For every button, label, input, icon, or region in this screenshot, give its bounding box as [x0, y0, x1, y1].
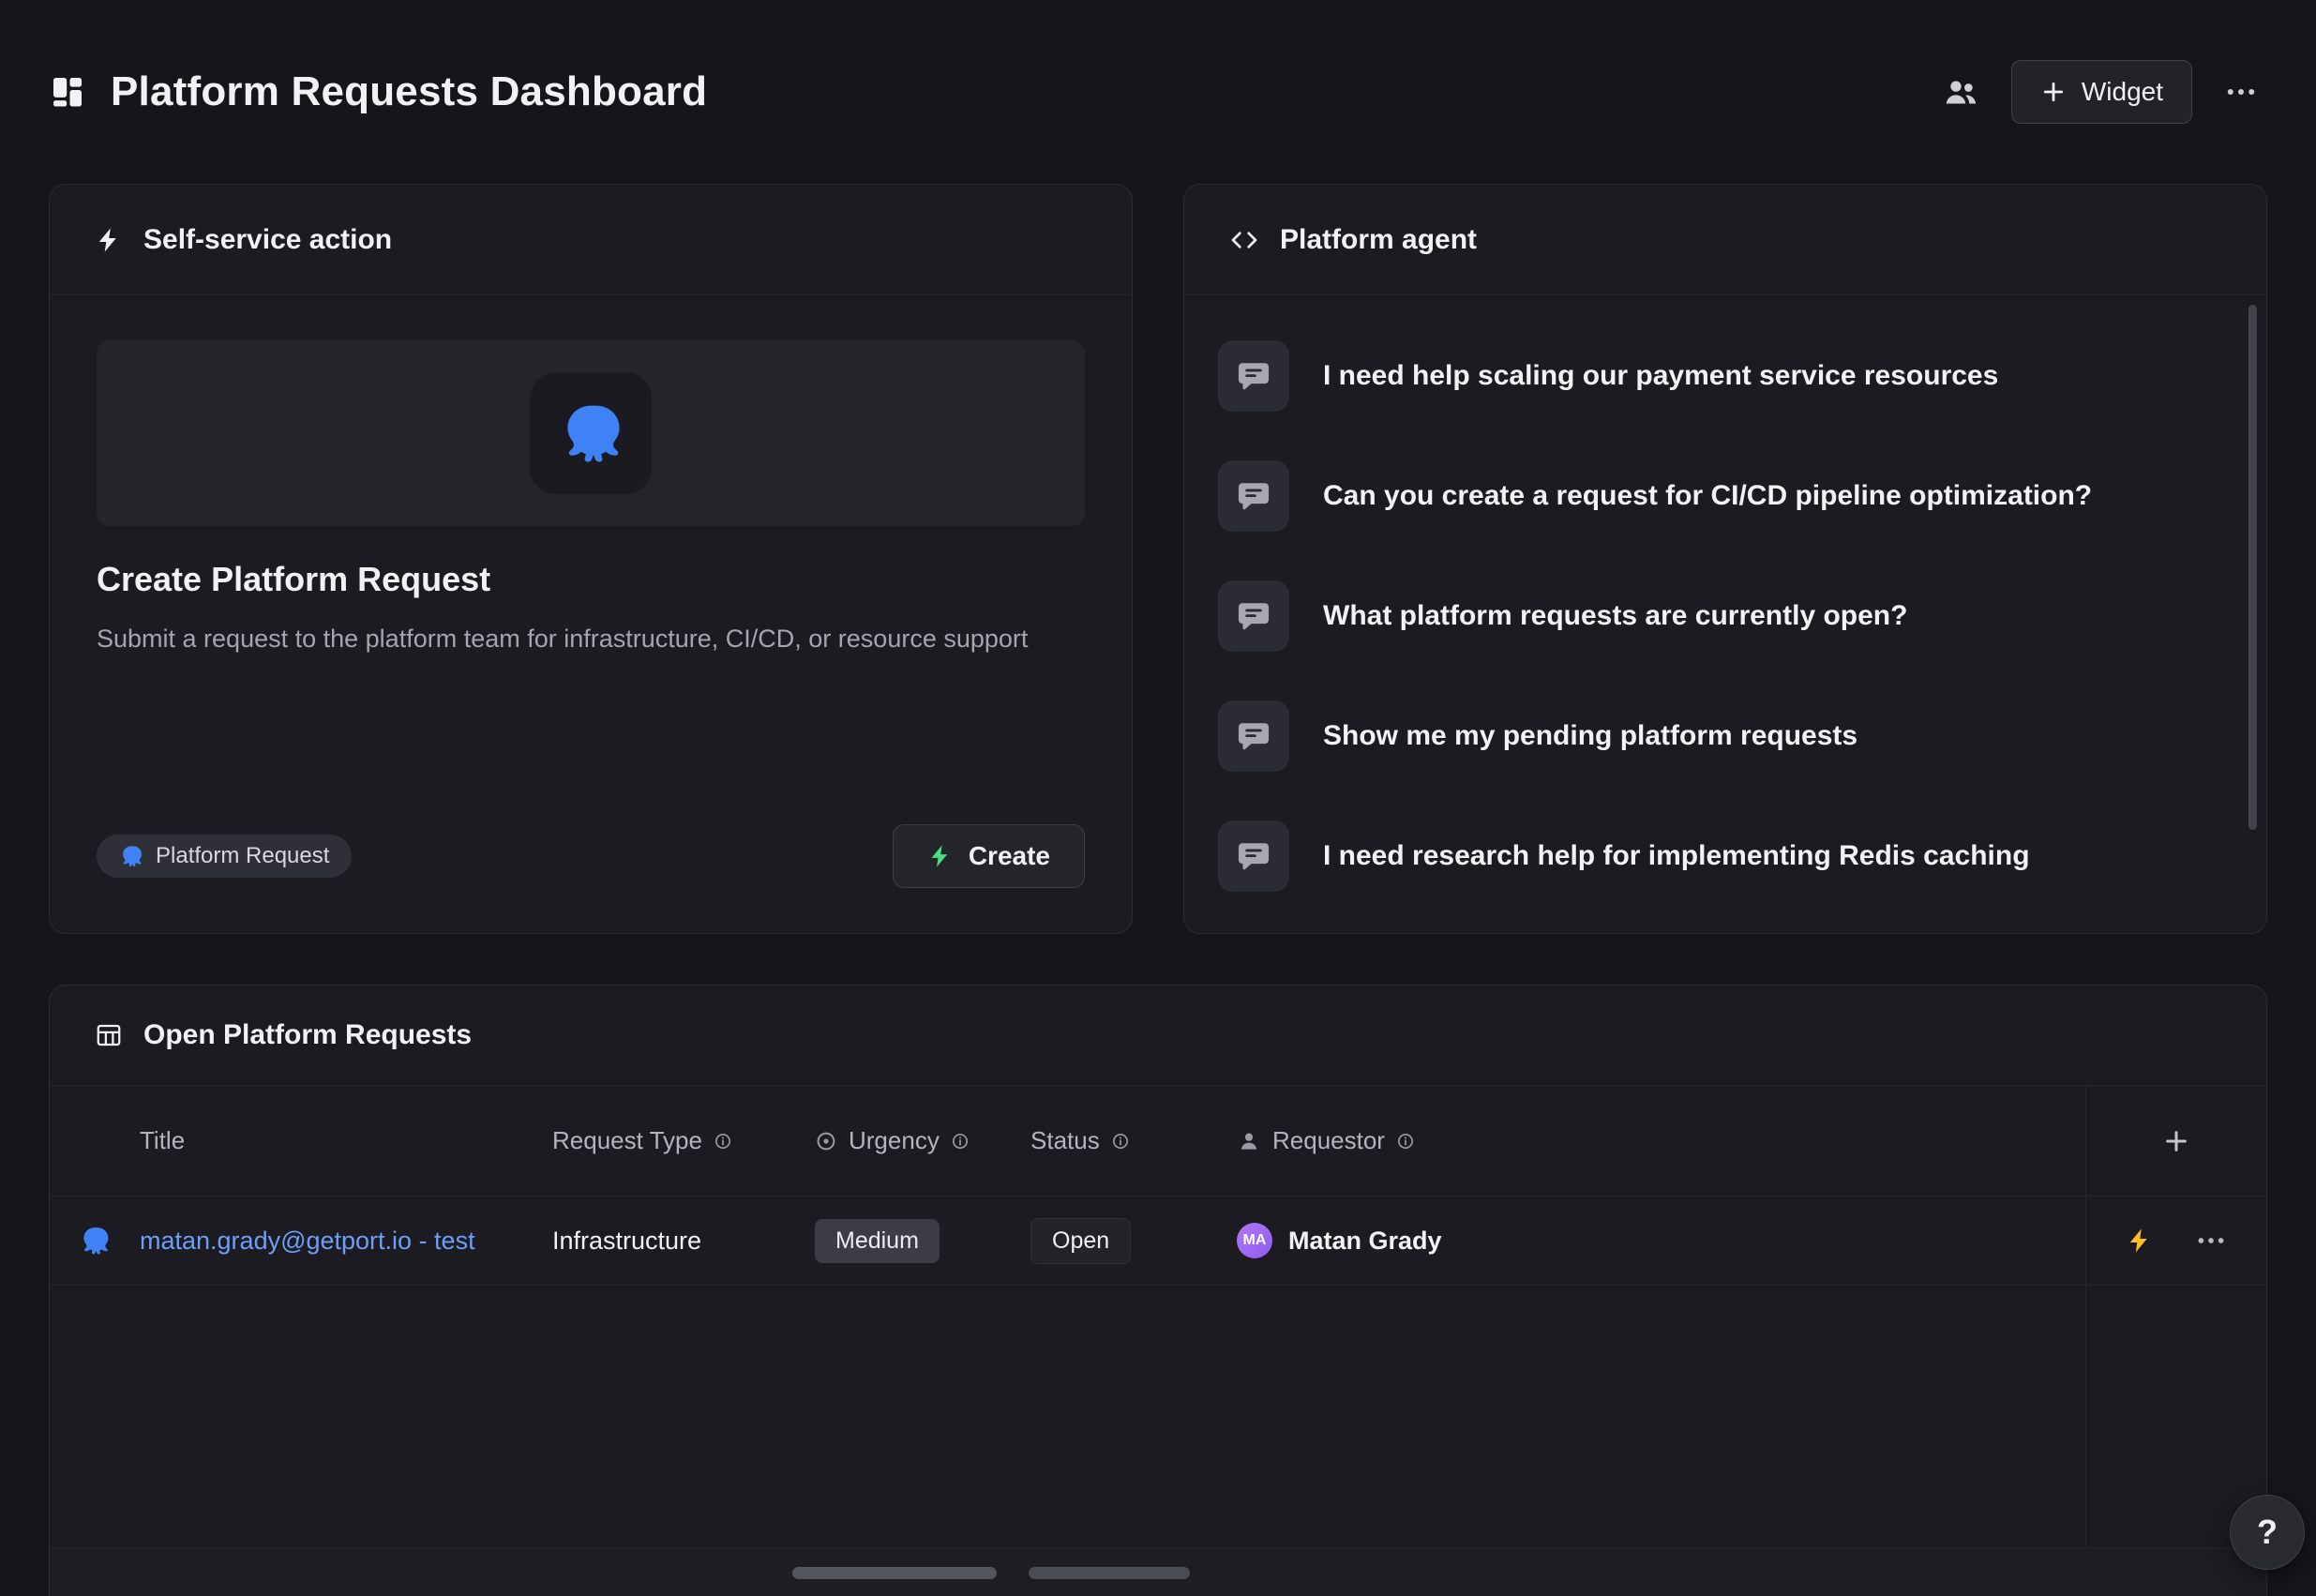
info-icon[interactable]: [1396, 1132, 1415, 1151]
column-request-type[interactable]: Request Type: [552, 1126, 815, 1155]
open-requests-header: Open Platform Requests: [50, 986, 2266, 1086]
horizontal-scrollbar-track: [50, 1547, 2266, 1596]
add-widget-label: Widget: [2082, 77, 2163, 107]
open-requests-card: Open Platform Requests Title Request Typ…: [49, 985, 2267, 1596]
chip-label: Platform Request: [156, 843, 329, 869]
agent-suggestion[interactable]: Can you create a request for CI/CD pipel…: [1218, 436, 2233, 556]
row-request-type: Infrastructure: [552, 1227, 815, 1256]
info-icon[interactable]: [1111, 1132, 1130, 1151]
add-column-button[interactable]: [2086, 1127, 2266, 1155]
octopus-icon: [50, 1225, 140, 1257]
topbar-actions: Widget: [1933, 60, 2267, 124]
topbar: Platform Requests Dashboard Widget: [49, 0, 2267, 184]
chat-bubble-icon: [1218, 460, 1289, 532]
cards-row: Self-service action Create Platform Requ…: [49, 184, 2267, 934]
column-divider: [2085, 1086, 2086, 1547]
topbar-title-group: Platform Requests Dashboard: [49, 68, 707, 115]
more-options-button[interactable]: [2215, 66, 2267, 118]
chat-bubble-icon: [1218, 821, 1289, 892]
create-button[interactable]: Create: [893, 824, 1085, 888]
create-button-label: Create: [969, 841, 1050, 871]
dashboard-icon: [49, 73, 86, 111]
agent-suggestion-label: I need research help for implementing Re…: [1323, 840, 2030, 872]
row-actions: [2086, 1225, 2266, 1257]
platform-agent-card: Platform agent I need help scaling our p…: [1183, 184, 2267, 934]
bolt-action-icon[interactable]: [2126, 1227, 2154, 1255]
column-status-label: Status: [1030, 1126, 1100, 1155]
platform-agent-header: Platform agent: [1184, 185, 2266, 295]
horizontal-scrollbar-thumb[interactable]: [1029, 1567, 1190, 1579]
column-requestor[interactable]: Requestor: [1237, 1126, 2086, 1155]
octopus-logo-icon: [557, 399, 624, 467]
open-requests-title: Open Platform Requests: [143, 1019, 472, 1051]
platform-request-chip[interactable]: Platform Request: [97, 835, 352, 878]
plus-icon: [2162, 1127, 2190, 1155]
port-logo-tile: [530, 372, 652, 494]
platform-agent-title: Platform agent: [1280, 224, 1477, 256]
row-title-link[interactable]: matan.grady@getport.io - test: [140, 1227, 475, 1255]
column-status[interactable]: Status: [1030, 1126, 1237, 1155]
self-service-title: Self-service action: [143, 224, 392, 256]
action-description: Submit a request to the platform team fo…: [97, 620, 1034, 658]
help-button[interactable]: ?: [2230, 1495, 2305, 1570]
self-service-footer: Platform Request Create: [97, 824, 1085, 888]
bolt-icon: [927, 843, 954, 869]
avatar: MA: [1237, 1223, 1272, 1258]
column-title-label: Title: [140, 1126, 185, 1155]
self-service-header: Self-service action: [50, 185, 1132, 295]
chat-bubble-icon: [1218, 340, 1289, 412]
agent-suggestion-label: Can you create a request for CI/CD pipel…: [1323, 480, 2092, 512]
info-icon[interactable]: [714, 1132, 732, 1151]
requestor-cell: MA Matan Grady: [1237, 1223, 2086, 1258]
column-title[interactable]: Title: [140, 1126, 552, 1155]
person-icon: [1237, 1129, 1261, 1153]
self-service-card: Self-service action Create Platform Requ…: [49, 184, 1133, 934]
dashboard-page: Platform Requests Dashboard Widget: [0, 0, 2316, 1596]
agent-suggestion[interactable]: I need help scaling our payment service …: [1218, 316, 2233, 436]
action-title: Create Platform Request: [97, 560, 1085, 599]
column-request-type-label: Request Type: [552, 1126, 702, 1155]
table-icon: [95, 1021, 123, 1049]
info-icon[interactable]: [951, 1132, 970, 1151]
code-icon: [1229, 225, 1259, 255]
urgency-badge: Medium: [815, 1219, 940, 1263]
agent-suggestion-label: What platform requests are currently ope…: [1323, 600, 1907, 632]
self-service-body: Create Platform Request Submit a request…: [50, 295, 1132, 933]
chat-bubble-icon: [1218, 700, 1289, 772]
agent-suggestion-label: Show me my pending platform requests: [1323, 720, 1857, 752]
column-requestor-label: Requestor: [1272, 1126, 1385, 1155]
users-icon: [1942, 73, 1979, 111]
question-mark-icon: ?: [2257, 1513, 2278, 1552]
agent-suggestion[interactable]: What platform requests are currently ope…: [1218, 556, 2233, 676]
agent-suggestion[interactable]: Show me my pending platform requests: [1218, 676, 2233, 796]
table-row[interactable]: matan.grady@getport.io - test Infrastruc…: [50, 1197, 2266, 1286]
agent-suggestion-list: I need help scaling our payment service …: [1184, 295, 2266, 934]
vertical-scrollbar-thumb[interactable]: [2248, 305, 2257, 830]
add-widget-button[interactable]: Widget: [2011, 60, 2192, 124]
plus-icon: [2040, 79, 2067, 105]
bolt-icon: [95, 226, 123, 254]
agent-suggestion-label: I need help scaling our payment service …: [1323, 360, 1998, 392]
requestor-name: Matan Grady: [1288, 1227, 1442, 1256]
action-banner: [97, 340, 1085, 526]
table-header-row: Title Request Type Urgency: [50, 1086, 2266, 1197]
status-badge: Open: [1030, 1218, 1131, 1264]
ellipsis-icon: [2224, 75, 2258, 109]
users-button[interactable]: [1933, 64, 1989, 120]
row-menu-button[interactable]: [2195, 1225, 2227, 1257]
octopus-icon: [119, 844, 143, 868]
chat-bubble-icon: [1218, 580, 1289, 652]
circle-dot-icon: [815, 1130, 837, 1152]
page-title: Platform Requests Dashboard: [111, 68, 707, 115]
column-urgency-label: Urgency: [849, 1126, 940, 1155]
column-urgency[interactable]: Urgency: [815, 1126, 1030, 1155]
agent-suggestion[interactable]: I need research help for implementing Re…: [1218, 796, 2233, 916]
horizontal-scrollbar-thumb[interactable]: [792, 1567, 997, 1579]
